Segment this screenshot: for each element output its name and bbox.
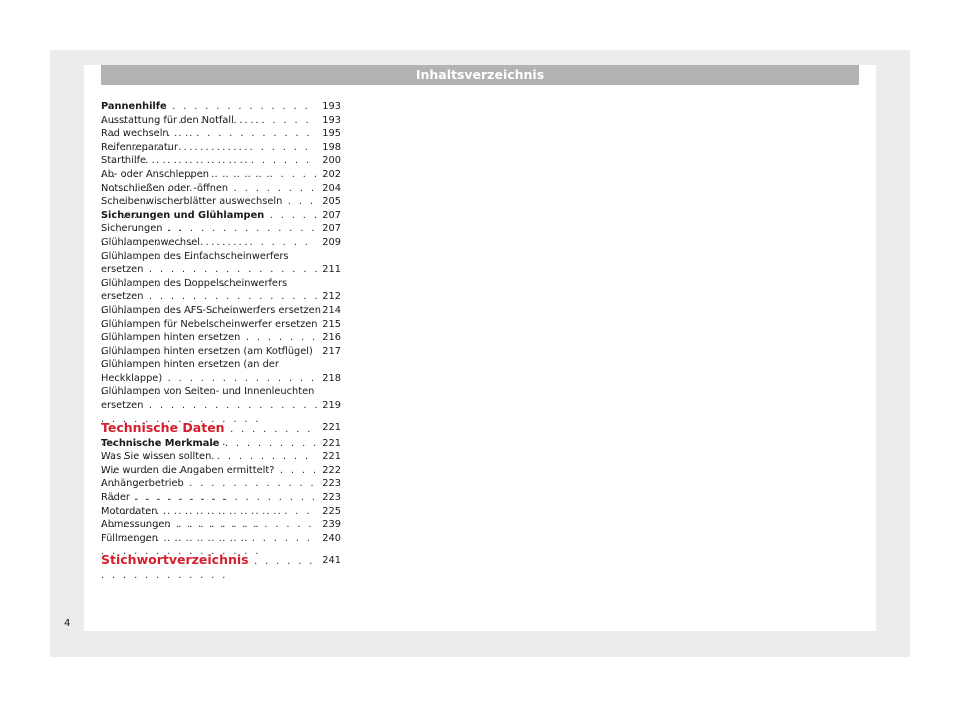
toc-entry-page: 223 bbox=[322, 478, 341, 490]
page-number: 4 bbox=[64, 618, 71, 629]
toc-entry[interactable]: Sicherungen . . . . . . . . . . . . . . … bbox=[101, 222, 341, 248]
toc-entry[interactable]: Technische Merkmale . . . . . . . . . . … bbox=[101, 437, 341, 463]
toc-entry-page: 200 bbox=[322, 155, 341, 167]
toc-entry[interactable]: Füllmengen . . . . . . . . . . . . . . .… bbox=[101, 532, 341, 558]
toc-entry[interactable]: Glühlampen hinten ersetzen (an der Heckk… bbox=[101, 358, 341, 397]
page-header: Inhaltsverzeichnis bbox=[101, 65, 859, 85]
toc-entry[interactable]: Stichwortverzeichnis . . . . . . . . . .… bbox=[101, 547, 341, 581]
toc-entry-page: 225 bbox=[322, 505, 341, 517]
toc-entry-page: 198 bbox=[322, 141, 341, 153]
toc-entry-label: Glühlampen hinten ersetzen bbox=[101, 332, 241, 344]
toc-entry-page: 215 bbox=[322, 318, 341, 330]
toc-entry-page: 217 bbox=[322, 345, 341, 357]
toc-entry-page: 207 bbox=[322, 223, 341, 235]
toc-entry[interactable]: Was Sie wissen sollten . . . . . . . . .… bbox=[101, 450, 341, 476]
toc-entry-page: 221 bbox=[322, 451, 341, 463]
toc-entry-page: 221 bbox=[322, 437, 341, 449]
toc-entry-page: 209 bbox=[322, 236, 341, 248]
toc-entry-page: 193 bbox=[322, 114, 341, 126]
toc-entry-page: 241 bbox=[322, 554, 341, 566]
toc-entry-page: 212 bbox=[322, 291, 341, 303]
toc-entry-page: 216 bbox=[322, 332, 341, 344]
toc-entry-label: Scheibenwischerblätter auswechseln bbox=[101, 196, 283, 208]
toc-entry[interactable]: Glühlampen des AFS-Scheinwerfers ersetze… bbox=[101, 304, 341, 330]
toc-entry-label: Was Sie wissen sollten bbox=[101, 451, 212, 463]
toc-entry-label: Starthilfe bbox=[101, 155, 147, 167]
toc-entry-page: 239 bbox=[322, 519, 341, 531]
toc-entry-label: Glühlampen hinten ersetzen (am Kotflügel… bbox=[101, 345, 313, 357]
toc-entry[interactable]: Pannenhilfe . . . . . . . . . . . . . . … bbox=[101, 100, 341, 126]
toc-entry-title: Stichwortverzeichnis . . . . . . . . . .… bbox=[101, 553, 321, 582]
toc-entry-page: 202 bbox=[322, 168, 341, 180]
toc-entry-label: Stichwortverzeichnis bbox=[101, 552, 249, 568]
toc-entry[interactable]: Sicherungen und Glühlampen . . . . . . .… bbox=[101, 209, 341, 235]
toc-entry[interactable]: Ausstattung für den Notfall . . . . . . … bbox=[101, 114, 341, 140]
toc-entry-label: Räder bbox=[101, 492, 130, 504]
toc-entry-page: 193 bbox=[322, 101, 341, 112]
toc-entry-label: Sicherungen bbox=[101, 223, 163, 235]
toc-entry-label: Abmessungen bbox=[101, 519, 171, 531]
toc-entry[interactable]: Reifenreparatur . . . . . . . . . . . . … bbox=[101, 141, 341, 167]
toc-entry[interactable]: Starthilfe . . . . . . . . . . . . . . .… bbox=[101, 154, 341, 180]
toc-entry[interactable]: Glühlampen hinten ersetzen . . . . . . .… bbox=[101, 331, 341, 357]
toc-entry-page: 219 bbox=[322, 400, 341, 412]
toc-entry-page: 207 bbox=[322, 209, 341, 221]
toc-entry[interactable]: Glühlampen von Seiten- und Innenleuchten… bbox=[101, 385, 341, 424]
toc-entry[interactable]: Glühlampen des Einfachscheinwerfers erse… bbox=[101, 250, 341, 289]
toc-entry[interactable]: Glühlampenwechsel . . . . . . . . . . . … bbox=[101, 236, 341, 262]
toc-entry[interactable]: Technische Daten . . . . . . . . . . . .… bbox=[101, 415, 341, 448]
toc-entry-page: 195 bbox=[322, 128, 341, 140]
toc-entry-label: Notschließen oder -öffnen bbox=[101, 182, 229, 194]
toc-entry-label: Sicherungen und Glühlampen bbox=[101, 209, 265, 221]
toc-entry[interactable]: Rad wechseln . . . . . . . . . . . . . .… bbox=[101, 127, 341, 153]
toc-entry-page: 205 bbox=[322, 196, 341, 208]
toc-entry-label: Glühlampenwechsel bbox=[101, 236, 200, 248]
toc-entry-label: Glühlampen des AFS-Scheinwerfers ersetze… bbox=[101, 304, 321, 316]
toc-entry-page: 221 bbox=[322, 422, 341, 434]
toc-entry-page: 204 bbox=[322, 182, 341, 194]
table-of-contents: Pannenhilfe . . . . . . . . . . . . . . … bbox=[101, 100, 341, 581]
toc-entry[interactable]: Räder . . . . . . . . . . . . . . . . . … bbox=[101, 491, 341, 517]
toc-entry-label: Technische Merkmale bbox=[101, 437, 220, 449]
toc-entry-label: Anhängerbetrieb bbox=[101, 478, 184, 490]
toc-entry[interactable]: Notschließen oder -öffnen . . . . . . . … bbox=[101, 182, 341, 208]
toc-entry-label: Motordaten bbox=[101, 505, 158, 517]
toc-entry[interactable]: Abmessungen . . . . . . . . . . . . . . … bbox=[101, 518, 341, 544]
toc-entry-label: Reifenreparatur bbox=[101, 141, 178, 153]
toc-entry-label: Rad wechseln bbox=[101, 128, 169, 140]
toc-entry-page: 218 bbox=[322, 372, 341, 384]
toc-entry-label: Ab- oder Anschleppen bbox=[101, 168, 209, 180]
toc-entry-label: Pannenhilfe bbox=[101, 101, 167, 112]
toc-entry-label: Ausstattung für den Notfall bbox=[101, 114, 234, 126]
toc-entry-label: Füllmengen bbox=[101, 532, 158, 544]
toc-entry-page: 240 bbox=[322, 532, 341, 544]
toc-entry[interactable]: Motordaten . . . . . . . . . . . . . . .… bbox=[101, 505, 341, 531]
toc-entry-label: Technische Daten bbox=[101, 419, 225, 435]
toc-entry[interactable]: Wie wurden die Angaben ermittelt? . . . … bbox=[101, 464, 341, 490]
toc-entry-page: 214 bbox=[322, 304, 341, 316]
toc-entry-label: Glühlampen für Nebelscheinwerfer ersetze… bbox=[101, 318, 318, 330]
toc-entry[interactable]: Anhängerbetrieb . . . . . . . . . . . . … bbox=[101, 477, 341, 503]
toc-entry[interactable]: Scheibenwischerblätter auswechseln . . .… bbox=[101, 195, 341, 221]
toc-entry-label: Wie wurden die Angaben ermittelt? bbox=[101, 464, 275, 476]
toc-entry[interactable]: Glühlampen hinten ersetzen (am Kotflügel… bbox=[101, 345, 341, 371]
toc-entry-page: 222 bbox=[322, 464, 341, 476]
toc-entry-page: 211 bbox=[322, 264, 341, 276]
toc-entry[interactable]: Glühlampen des Doppelscheinwerfers erset… bbox=[101, 277, 341, 316]
toc-entry-page: 223 bbox=[322, 492, 341, 504]
toc-entry[interactable]: Glühlampen für Nebelscheinwerfer ersetze… bbox=[101, 318, 341, 344]
toc-entry[interactable]: Ab- oder Anschleppen . . . . . . . . . .… bbox=[101, 168, 341, 194]
